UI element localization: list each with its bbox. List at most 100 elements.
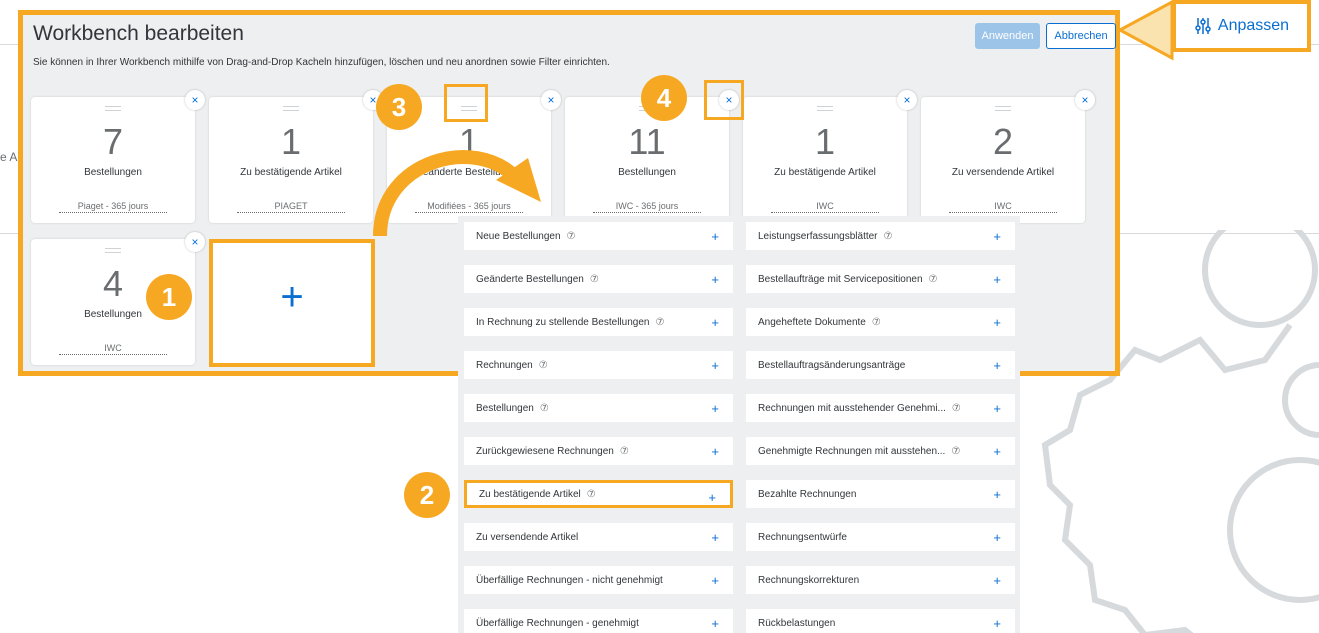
- tile-value: 1: [280, 121, 302, 162]
- help-icon[interactable]: ⑦: [620, 446, 629, 457]
- callout-badge: 4: [641, 75, 687, 121]
- catalog-item[interactable]: Bestellauftragsänderungsanträge +: [746, 351, 1015, 379]
- help-icon[interactable]: ⑦: [567, 231, 576, 242]
- add-icon[interactable]: +: [711, 616, 719, 631]
- add-icon[interactable]: +: [993, 530, 1001, 545]
- add-icon[interactable]: +: [711, 358, 719, 373]
- catalog-item-label: Bestellaufträge mit Servicepositionen: [758, 273, 923, 285]
- help-icon[interactable]: ⑦: [952, 403, 961, 414]
- catalog-item[interactable]: In Rechnung zu stellende Bestellungen ⑦ +: [464, 308, 733, 336]
- catalog-item-label: Rechnungsentwürfe: [758, 531, 847, 543]
- remove-tile-icon[interactable]: ×: [897, 90, 917, 110]
- remove-tile-icon[interactable]: ×: [185, 90, 205, 110]
- remove-tile-icon[interactable]: ×: [541, 90, 561, 110]
- catalog-item[interactable]: Zu bestätigende Artikel ⑦ +: [464, 480, 733, 508]
- catalog-item[interactable]: Überfällige Rechnungen - nicht genehmigt…: [464, 566, 733, 594]
- catalog-item-label: Zu bestätigende Artikel: [479, 488, 581, 500]
- cancel-button[interactable]: Abbrechen: [1046, 23, 1116, 49]
- drag-handle-icon[interactable]: [105, 248, 121, 253]
- add-icon[interactable]: +: [711, 444, 719, 459]
- add-icon[interactable]: +: [711, 530, 719, 545]
- catalog-item[interactable]: Rechnungsentwürfe +: [746, 523, 1015, 551]
- help-icon[interactable]: ⑦: [539, 360, 548, 371]
- add-icon[interactable]: +: [711, 573, 719, 588]
- tile-catalog: Neue Bestellungen ⑦ + Geänderte Bestellunge…: [458, 216, 1020, 633]
- tile-label: Zu versendende Artikel: [951, 167, 1055, 178]
- help-icon[interactable]: ⑦: [884, 231, 893, 242]
- catalog-item[interactable]: Bestellaufträge mit Servicepositionen ⑦ +: [746, 265, 1015, 293]
- catalog-item[interactable]: Zurückgewiesene Rechnungen ⑦ +: [464, 437, 733, 465]
- catalog-item[interactable]: Rechnungen ⑦ +: [464, 351, 733, 379]
- catalog-item[interactable]: Leistungserfassungsblätter ⑦ +: [746, 222, 1015, 250]
- add-icon[interactable]: +: [993, 315, 1001, 330]
- tile-filter[interactable]: IWC - 365 jours: [593, 201, 701, 213]
- remove-tile-icon[interactable]: ×: [185, 232, 205, 252]
- add-icon[interactable]: +: [711, 229, 719, 244]
- catalog-item-label: Zurückgewiesene Rechnungen: [476, 445, 614, 457]
- help-icon[interactable]: ⑦: [540, 403, 549, 414]
- catalog-item[interactable]: Rechnungskorrekturen +: [746, 566, 1015, 594]
- add-tile-button[interactable]: +: [209, 239, 375, 367]
- add-icon[interactable]: +: [711, 315, 719, 330]
- tile[interactable]: 1 Zu bestätigende Artikel PIAGET: [209, 97, 373, 223]
- catalog-item-label: Bezahlte Rechnungen: [758, 488, 857, 500]
- add-icon[interactable]: +: [711, 272, 719, 287]
- catalog-item[interactable]: Rückbelastungen +: [746, 609, 1015, 633]
- catalog-item[interactable]: Geänderte Bestellungen ⑦ +: [464, 265, 733, 293]
- help-icon[interactable]: ⑦: [929, 274, 938, 285]
- catalog-item[interactable]: Zu versendende Artikel +: [464, 523, 733, 551]
- apply-button[interactable]: Anwenden: [975, 23, 1040, 49]
- tile-value: 11: [628, 121, 666, 162]
- help-icon[interactable]: ⑦: [590, 274, 599, 285]
- drag-handle-icon[interactable]: [817, 106, 833, 111]
- tile-filter[interactable]: IWC: [949, 201, 1057, 213]
- anpassen-label: Anpassen: [1217, 17, 1290, 34]
- catalog-item-label: Rechnungen mit ausstehender Genehmi...: [758, 402, 946, 414]
- help-icon[interactable]: ⑦: [872, 317, 881, 328]
- anpassen-button[interactable]: Anpassen: [1172, 0, 1311, 52]
- catalog-item-label: Angeheftete Dokumente: [758, 316, 866, 328]
- catalog-item-label: Bestellauftragsänderungsanträge: [758, 359, 906, 371]
- add-icon[interactable]: +: [993, 573, 1001, 588]
- catalog-item[interactable]: Bestellungen ⑦ +: [464, 394, 733, 422]
- catalog-item[interactable]: Genehmigte Rechnungen mit ausstehen... ⑦ +: [746, 437, 1015, 465]
- add-icon[interactable]: +: [993, 487, 1001, 502]
- drag-handle-icon[interactable]: [105, 106, 121, 111]
- background-text: e A: [0, 150, 18, 164]
- drag-handle-icon[interactable]: [995, 106, 1011, 111]
- tile[interactable]: 7 Bestellungen Piaget - 365 jours: [31, 97, 195, 223]
- add-icon[interactable]: +: [993, 272, 1001, 287]
- catalog-item-label: Rückbelastungen: [758, 617, 836, 629]
- add-icon[interactable]: +: [993, 444, 1001, 459]
- add-icon[interactable]: +: [993, 358, 1001, 373]
- tile-filter[interactable]: PIAGET: [237, 201, 345, 213]
- catalog-item[interactable]: Überfällige Rechnungen - genehmigt +: [464, 609, 733, 633]
- panel-description: Sie können in Ihrer Workbench mithilfe v…: [33, 57, 610, 68]
- tile[interactable]: 2 Zu versendende Artikel IWC: [921, 97, 1085, 223]
- remove-tile-icon[interactable]: ×: [1075, 90, 1095, 110]
- tile-filter[interactable]: IWC: [771, 201, 879, 213]
- drag-handle-icon[interactable]: [283, 106, 299, 111]
- catalog-item[interactable]: Angeheftete Dokumente ⑦ +: [746, 308, 1015, 336]
- help-icon[interactable]: ⑦: [587, 489, 596, 500]
- catalog-item[interactable]: Rechnungen mit ausstehender Genehmi... ⑦ +: [746, 394, 1015, 422]
- callout-badge: 1: [146, 274, 192, 320]
- add-icon[interactable]: +: [993, 616, 1001, 631]
- tile-label: Zu bestätigende Artikel: [240, 167, 342, 178]
- tile-filter[interactable]: IWC: [59, 343, 167, 355]
- add-icon[interactable]: +: [993, 401, 1001, 416]
- add-icon[interactable]: +: [708, 490, 716, 505]
- help-icon[interactable]: ⑦: [655, 317, 664, 328]
- tile-value: 1: [814, 121, 836, 162]
- tile[interactable]: 1 Zu bestätigende Artikel IWC: [743, 97, 907, 223]
- catalog-item[interactable]: Bezahlte Rechnungen +: [746, 480, 1015, 508]
- remove-highlight: [704, 80, 744, 120]
- catalog-item-label: Bestellungen: [476, 402, 534, 414]
- help-icon[interactable]: ⑦: [951, 446, 960, 457]
- add-icon[interactable]: +: [993, 229, 1001, 244]
- catalog-item-label: Rechnungskorrekturen: [758, 574, 860, 586]
- callout-badge: 3: [376, 84, 422, 130]
- tile-value: 7: [102, 121, 124, 162]
- tile-filter[interactable]: Piaget - 365 jours: [59, 201, 167, 213]
- add-icon[interactable]: +: [711, 401, 719, 416]
